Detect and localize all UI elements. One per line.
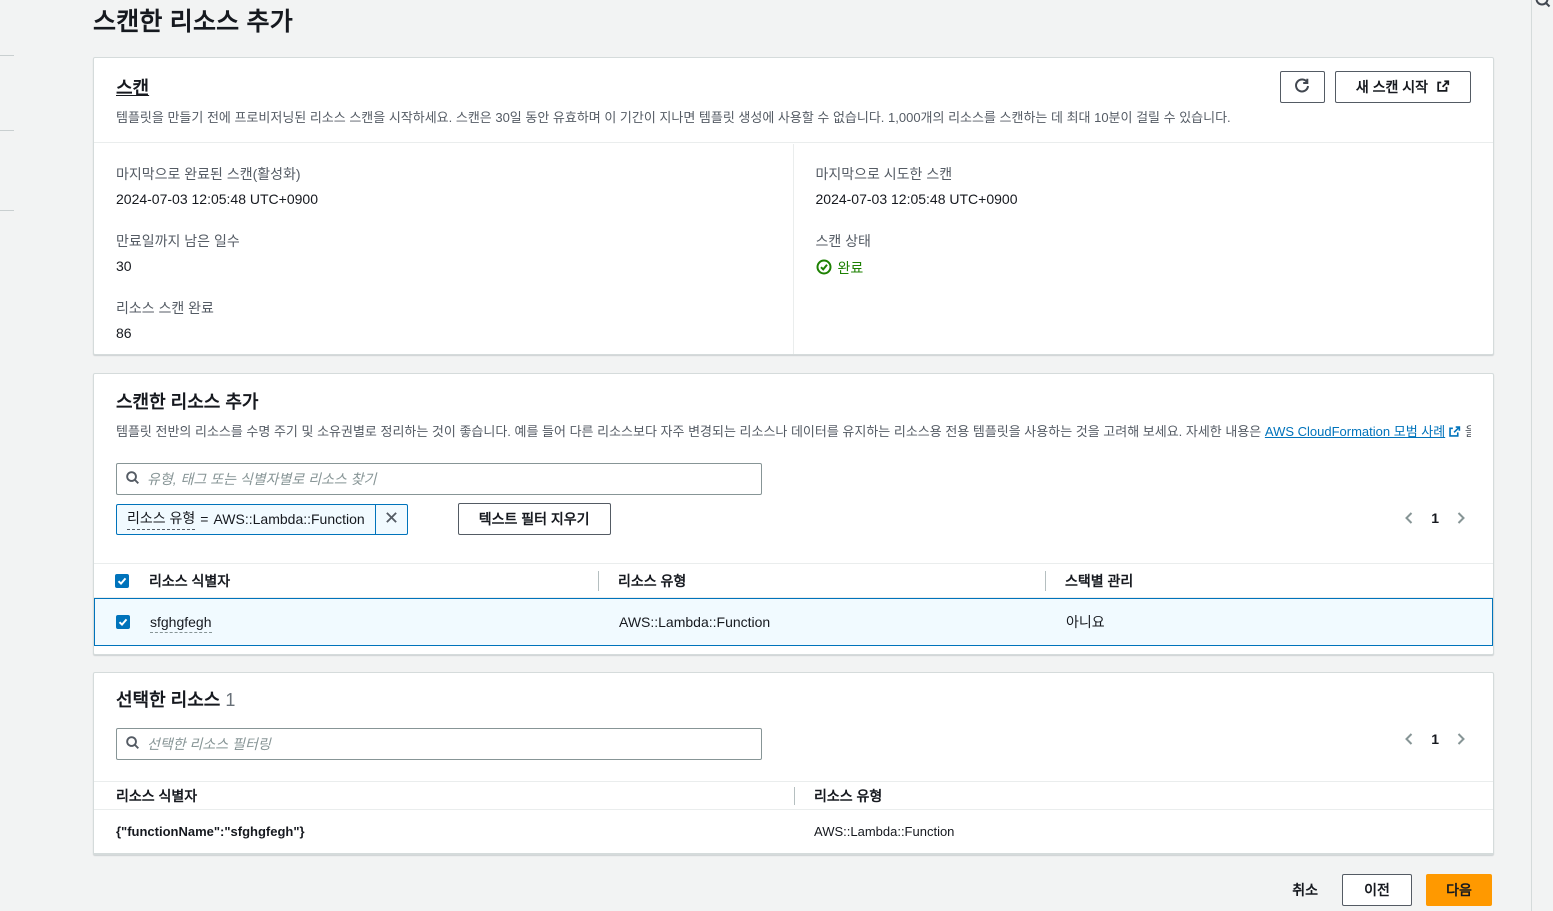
status-text: 완료 bbox=[838, 258, 864, 278]
table-row[interactable]: sfghgfegh AWS::Lambda::Function 아니요 bbox=[94, 598, 1493, 646]
column-header-identifier[interactable]: 리소스 식별자 bbox=[94, 786, 794, 806]
scan-fields-column-1: 마지막으로 완료된 스캔(활성화) 2024-07-03 12:05:48 UT… bbox=[94, 144, 794, 354]
resource-identifier-link[interactable]: sfghgfegh bbox=[150, 614, 212, 633]
divider bbox=[0, 210, 14, 211]
next-page-button[interactable] bbox=[1453, 730, 1469, 748]
scan-panel-title: 스캔 bbox=[116, 74, 149, 100]
field-label: 스캔 상태 bbox=[816, 231, 1472, 251]
select-all-cell bbox=[94, 574, 149, 588]
field-last-completed-scan: 마지막으로 완료된 스캔(활성화) 2024-07-03 12:05:48 UT… bbox=[116, 164, 771, 207]
select-all-checkbox[interactable] bbox=[115, 574, 129, 588]
status-badge: 완료 bbox=[816, 258, 1472, 278]
field-label: 만료일까지 남은 일수 bbox=[116, 231, 771, 251]
next-button[interactable]: 다음 bbox=[1426, 874, 1492, 906]
current-page-number[interactable]: 1 bbox=[1431, 510, 1439, 526]
selected-count: 1 bbox=[225, 690, 235, 710]
wizard-footer: 취소 이전 다음 bbox=[1282, 874, 1492, 906]
scan-panel-header: 스캔 템플릿을 만들기 전에 프로비저닝된 리소스 스캔을 시작하세요. 스캔은… bbox=[94, 58, 1493, 143]
success-check-icon bbox=[816, 259, 832, 278]
external-link-icon bbox=[1436, 79, 1450, 96]
best-practices-link[interactable]: AWS CloudFormation 모범 사례 bbox=[1265, 424, 1461, 439]
cell-managed-by-stack: 아니요 bbox=[1046, 612, 1492, 632]
field-label: 리소스 스캔 완료 bbox=[116, 298, 771, 318]
cell-resource-type: AWS::Lambda::Function bbox=[794, 824, 1493, 839]
row-select-cell bbox=[95, 615, 150, 629]
refresh-button[interactable] bbox=[1280, 71, 1325, 103]
search-icon bbox=[125, 470, 147, 488]
resources-pagination: 1 bbox=[1401, 509, 1469, 527]
field-value: 2024-07-03 12:05:48 UTC+0900 bbox=[816, 191, 1472, 207]
resource-search-input[interactable] bbox=[147, 471, 753, 487]
column-header-type[interactable]: 리소스 유형 bbox=[598, 571, 1045, 591]
filter-token-label: 리소스 유형 bbox=[127, 508, 195, 530]
field-value: 86 bbox=[116, 325, 771, 341]
divider bbox=[0, 130, 14, 131]
clear-filter-label: 텍스트 필터 지우기 bbox=[479, 509, 590, 529]
page-title: 스캔한 리소스 추가 bbox=[93, 0, 1494, 38]
add-resources-title: 스캔한 리소스 추가 bbox=[116, 388, 258, 414]
close-icon bbox=[385, 511, 398, 527]
scan-panel-description: 템플릿을 만들기 전에 프로비저닝된 리소스 스캔을 시작하세요. 스캔은 30… bbox=[116, 109, 1471, 128]
divider bbox=[0, 55, 14, 56]
description-text: 을(를) 참조하세요. bbox=[1465, 424, 1471, 439]
field-last-attempted-scan: 마지막으로 시도한 스캔 2024-07-03 12:05:48 UTC+090… bbox=[816, 164, 1472, 207]
cell-resource-identifier: {"functionName":"sfghgfegh"} bbox=[94, 824, 794, 839]
field-scan-status: 스캔 상태 완료 bbox=[816, 231, 1472, 278]
cell-resource-type: AWS::Lambda::Function bbox=[599, 614, 1046, 630]
new-scan-button-label: 새 스캔 시작 bbox=[1356, 77, 1428, 97]
field-days-until-expiry: 만료일까지 남은 일수 30 bbox=[116, 231, 771, 274]
remove-filter-button[interactable] bbox=[375, 504, 407, 535]
field-label: 마지막으로 완료된 스캔(활성화) bbox=[116, 164, 771, 184]
previous-page-button[interactable] bbox=[1401, 730, 1417, 748]
next-page-button[interactable] bbox=[1453, 509, 1469, 527]
scan-panel: 스캔 템플릿을 만들기 전에 프로비저닝된 리소스 스캔을 시작하세요. 스캔은… bbox=[93, 57, 1494, 355]
previous-button[interactable]: 이전 bbox=[1342, 874, 1412, 906]
search-icon bbox=[125, 735, 147, 753]
main-content: 스캔한 리소스 추가 스캔 템플릿을 만들기 전에 프로비저닝된 리소스 스캔을… bbox=[93, 0, 1494, 38]
add-resources-panel: 스캔한 리소스 추가 템플릿 전반의 리소스를 수명 주기 및 소유권별로 정리… bbox=[93, 373, 1494, 655]
selected-resources-title: 선택한 리소스 1 bbox=[116, 686, 235, 712]
link-text: AWS CloudFormation 모범 사례 bbox=[1265, 424, 1445, 439]
filter-token: 리소스 유형 = AWS::Lambda::Function bbox=[116, 504, 408, 535]
scan-detail-fields: 마지막으로 완료된 스캔(활성화) 2024-07-03 12:05:48 UT… bbox=[94, 144, 1493, 354]
selected-resources-panel: 선택한 리소스 1 1 리소스 식별자 리소스 유형 {"functionNam… bbox=[93, 672, 1494, 855]
description-text: 템플릿 전반의 리소스를 수명 주기 및 소유권별로 정리하는 것이 좋습니다.… bbox=[116, 424, 1261, 439]
cell-resource-identifier: sfghgfegh bbox=[150, 614, 599, 630]
selected-table-header: 리소스 식별자 리소스 유형 bbox=[94, 781, 1493, 810]
right-panel-divider bbox=[1531, 0, 1532, 911]
scan-panel-actions: 새 스캔 시작 bbox=[1280, 71, 1471, 103]
field-value: 2024-07-03 12:05:48 UTC+0900 bbox=[116, 191, 771, 207]
scan-fields-column-2: 마지막으로 시도한 스캔 2024-07-03 12:05:48 UTC+090… bbox=[794, 144, 1494, 354]
filter-token-row: 리소스 유형 = AWS::Lambda::Function 텍스트 필터 지우… bbox=[116, 503, 611, 535]
column-header-managed[interactable]: 스택별 관리 bbox=[1045, 571, 1493, 591]
filter-token-operator: = bbox=[200, 511, 208, 527]
collapsed-side-panel-edge bbox=[0, 0, 14, 911]
resources-table-header: 리소스 식별자 리소스 유형 스택별 관리 bbox=[94, 563, 1493, 598]
column-header-identifier[interactable]: 리소스 식별자 bbox=[149, 571, 598, 591]
selected-filter-input[interactable] bbox=[147, 736, 753, 752]
field-resources-scanned: 리소스 스캔 완료 86 bbox=[116, 298, 771, 341]
cancel-button[interactable]: 취소 bbox=[1282, 880, 1328, 900]
selected-pagination: 1 bbox=[1401, 730, 1469, 748]
previous-page-button[interactable] bbox=[1401, 509, 1417, 527]
external-link-icon bbox=[1445, 424, 1461, 439]
clear-text-filter-button[interactable]: 텍스트 필터 지우기 bbox=[458, 503, 611, 535]
refresh-icon bbox=[1294, 78, 1310, 97]
info-search-icon[interactable] bbox=[1533, 0, 1551, 9]
field-value: 30 bbox=[116, 258, 771, 274]
resource-search-box bbox=[116, 463, 762, 495]
field-label: 마지막으로 시도한 스캔 bbox=[816, 164, 1472, 184]
add-resources-description: 템플릿 전반의 리소스를 수명 주기 및 소유권별로 정리하는 것이 좋습니다.… bbox=[116, 423, 1471, 442]
current-page-number[interactable]: 1 bbox=[1431, 731, 1439, 747]
table-row: {"functionName":"sfghgfegh"} AWS::Lambda… bbox=[94, 810, 1493, 854]
new-scan-button[interactable]: 새 스캔 시작 bbox=[1335, 71, 1471, 103]
filter-token-value: AWS::Lambda::Function bbox=[213, 511, 364, 527]
column-header-type[interactable]: 리소스 유형 bbox=[794, 786, 1493, 806]
selected-resources-title-text: 선택한 리소스 bbox=[116, 690, 220, 710]
row-checkbox[interactable] bbox=[116, 615, 130, 629]
selected-filter-box bbox=[116, 728, 762, 760]
